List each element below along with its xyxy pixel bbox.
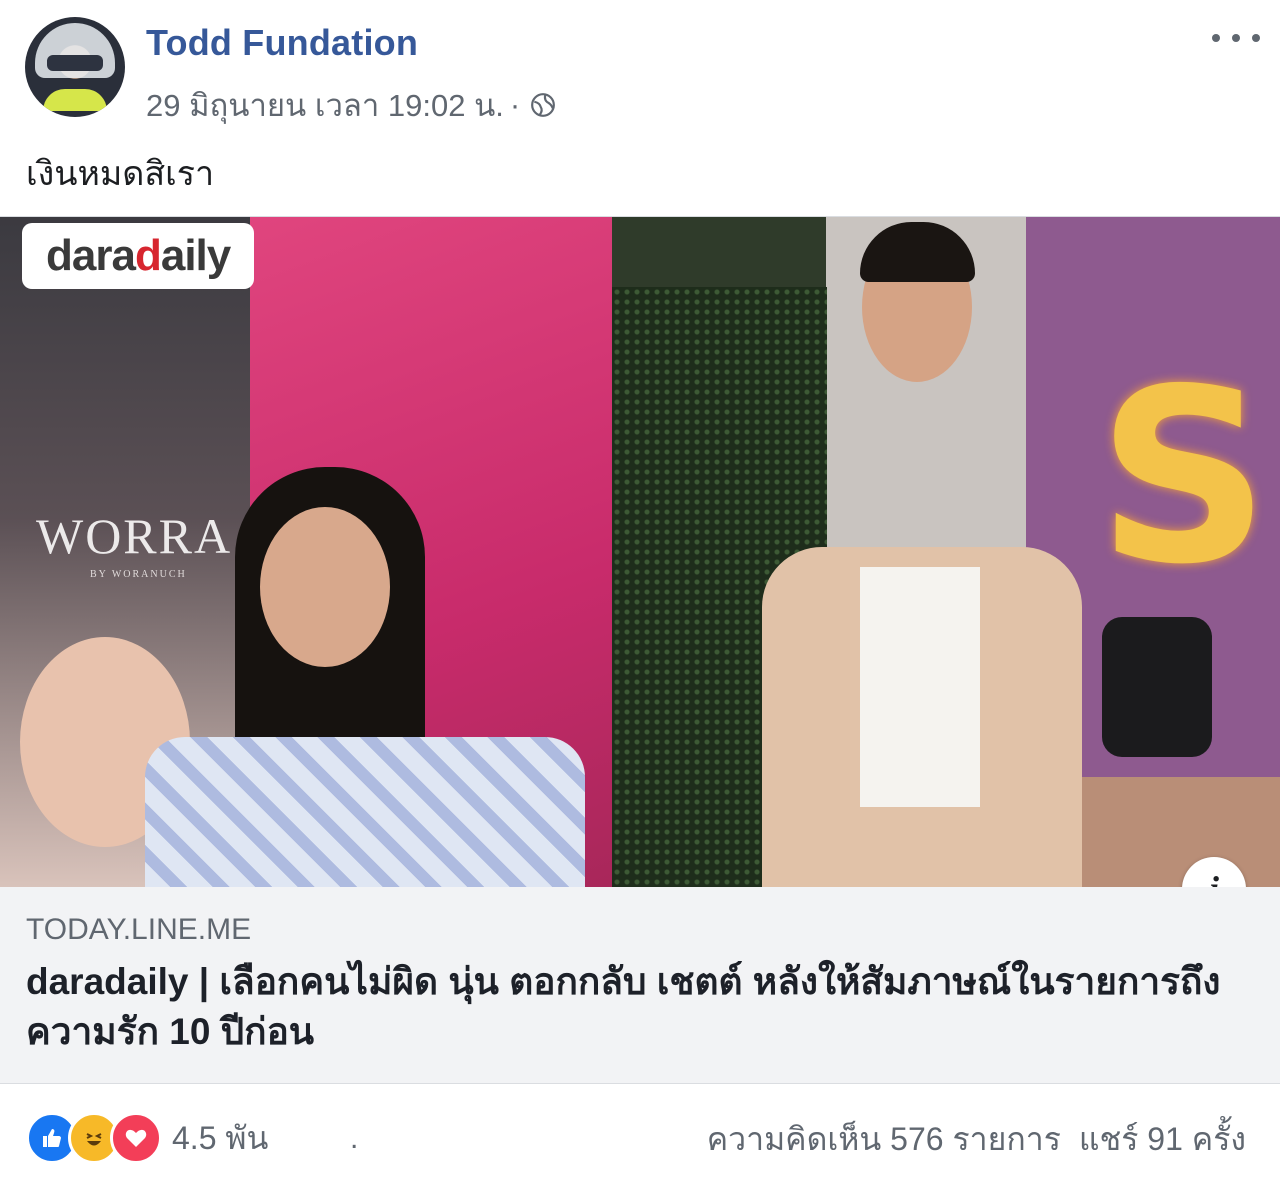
love-icon [110, 1112, 162, 1164]
poster-title: WORRA [36, 508, 233, 564]
logo-text-accent: d [134, 231, 162, 280]
reaction-count[interactable]: 4.5 พัน [172, 1113, 268, 1164]
link-image[interactable]: daradaily WORRA BY WORANUCH S i [0, 217, 1280, 887]
image-right-panel: S [612, 217, 1280, 887]
post-header: Todd Fundation 29 มิถุนายน เวลา 19:02 น.… [0, 0, 1280, 130]
avatar-collar [43, 89, 107, 111]
comment-count[interactable]: ความคิดเห็น 576 รายการ [707, 1121, 1061, 1157]
man-hair [860, 222, 975, 282]
logo-text-1: dara [46, 231, 136, 280]
more-options-icon[interactable] [1212, 20, 1260, 56]
link-domain: TODAY.LINE.ME [26, 913, 252, 946]
post-text: เงินหมดสิเรา [26, 155, 215, 193]
marquee-letter: S [1097, 337, 1270, 617]
poster-subtitle: BY WORANUCH [90, 569, 187, 580]
post-timestamp[interactable]: 29 มิถุนายน เวลา 19:02 น. [146, 80, 504, 130]
link-title[interactable]: daradaily | เลือกคนไม่ผิด นุ่น ตอกกลับ เ… [26, 957, 1256, 1057]
reactions-summary[interactable]: 4.5 พัน [26, 1112, 268, 1164]
more-dot [1232, 34, 1240, 42]
woman-dress [145, 737, 585, 887]
stage-light [1102, 617, 1212, 757]
meta-separator: · [509, 87, 521, 122]
woman-face [260, 507, 390, 667]
image-left-panel: dara d aily WORRA BY WORANUCH [0, 217, 612, 887]
post-meta: 29 มิถุนายน เวลา 19:02 น. · [146, 80, 556, 130]
man-shirt [860, 567, 980, 807]
link-meta[interactable]: TODAY.LINE.ME daradaily | เลือกคนไม่ผิด … [0, 887, 1280, 1083]
avatar-visor [47, 55, 103, 71]
link-preview-card[interactable]: daradaily WORRA BY WORANUCH S i TODAY.LI… [0, 216, 1280, 1084]
footer-separator: . [350, 1122, 359, 1155]
engagement-stats: ความคิดเห็น 576 รายการ แชร์ 91 ครั้ง [689, 1114, 1246, 1165]
more-dot [1252, 34, 1260, 42]
more-dot [1212, 34, 1220, 42]
author-avatar[interactable] [25, 17, 125, 117]
post-footer: 4.5 พัน . ความคิดเห็น 576 รายการ แชร์ 91 … [0, 1082, 1280, 1180]
share-count[interactable]: แชร์ 91 ครั้ง [1079, 1121, 1246, 1157]
logo-text-2: aily [160, 231, 231, 280]
author-name[interactable]: Todd Fundation [146, 22, 418, 64]
daradaily-logo: dara d aily [22, 223, 255, 289]
globe-icon[interactable] [530, 92, 556, 118]
